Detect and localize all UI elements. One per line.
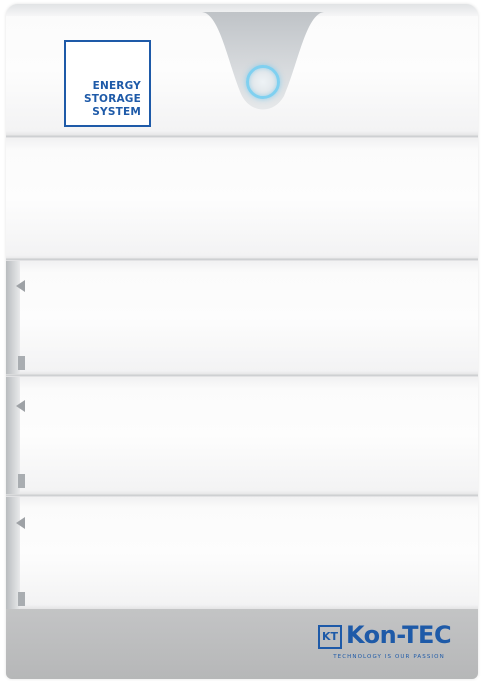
brand-logo: KT Kon-TEC TECHNOLOGY IS OUR PASSION [314, 621, 464, 669]
base-plinth: KT Kon-TEC TECHNOLOGY IS OUR PASSION [6, 609, 478, 679]
brand-name: Kon-TEC [346, 621, 452, 649]
latch-arrow-icon [16, 400, 25, 412]
product-photo: ENERGY STORAGE SYSTEM KT Kon-TEC TECHNOL… [0, 0, 483, 681]
logo-line-2: STORAGE [83, 93, 141, 105]
battery-module-3 [6, 377, 478, 495]
power-ring-icon[interactable] [246, 65, 280, 99]
vent-slot [18, 474, 25, 488]
latch-arrow-icon [16, 517, 25, 529]
logo-line-3: SYSTEM [92, 106, 141, 118]
battery-module-2 [6, 261, 478, 375]
battery-module-4 [6, 497, 478, 609]
brand-mark: KT [318, 625, 342, 649]
battery-module-1 [6, 138, 478, 260]
logo-line-1: ENERGY [92, 80, 141, 92]
vent-slot [18, 592, 25, 606]
vent-slot [18, 356, 25, 370]
logo-label: ENERGY STORAGE SYSTEM [84, 80, 141, 119]
brand-tagline: TECHNOLOGY IS OUR PASSION [333, 654, 445, 660]
energy-storage-unit: ENERGY STORAGE SYSTEM KT Kon-TEC TECHNOL… [6, 4, 478, 679]
latch-arrow-icon [16, 280, 25, 292]
energy-storage-logo: ENERGY STORAGE SYSTEM [64, 40, 151, 127]
